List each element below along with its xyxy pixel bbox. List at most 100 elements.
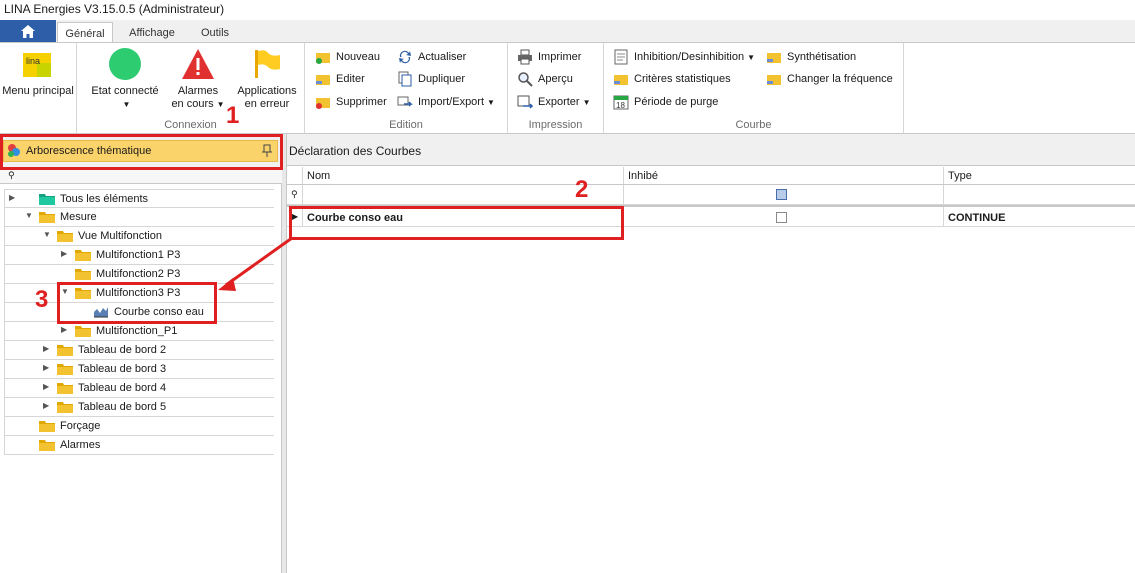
nouveau-button[interactable]: Nouveau — [315, 48, 380, 66]
group-label-impression: Impression — [528, 119, 583, 131]
tree-item-label: Tous les éléments — [60, 193, 149, 205]
etat-connecte-label: Etat connecté — [91, 85, 159, 97]
etat-connecte-button[interactable]: Etat connecté ▼ — [85, 47, 165, 111]
expand-icon[interactable]: ▶ — [61, 249, 67, 258]
menu-principal-label: Menu principal — [2, 85, 74, 97]
dupliquer-button[interactable]: Dupliquer — [397, 70, 465, 88]
folder-icon — [39, 440, 55, 451]
cell-type[interactable]: CONTINUE — [944, 207, 1135, 226]
tree-filter-row[interactable]: ⚲ — [0, 170, 282, 184]
alarm-warning-icon — [182, 49, 214, 79]
supprimer-label: Supprimer — [336, 96, 387, 108]
group-label-edition: Edition — [389, 119, 423, 131]
supprimer-button[interactable]: Supprimer — [315, 93, 387, 111]
column-header-inhibe[interactable]: Inhibé — [624, 167, 944, 184]
column-header-type[interactable]: Type — [944, 167, 1135, 184]
grid-header-row: Nom Inhibé Type — [287, 167, 1135, 185]
expand-icon[interactable]: ▶ — [43, 363, 49, 372]
applications-en-erreur-button[interactable]: Applications en erreur — [231, 47, 303, 111]
row-indicator-header — [287, 167, 303, 184]
chevron-down-icon: ▼ — [122, 100, 131, 109]
synthetisation-button[interactable]: Synthétisation — [766, 48, 856, 66]
inhibition-button[interactable]: Inhibition/Desinhibition ▼ — [613, 48, 755, 66]
group-courbe: Inhibition/Desinhibition ▼ Critères stati… — [604, 43, 904, 133]
tree-item[interactable]: ▶ Multifonction1 P3 — [4, 246, 274, 265]
collapse-icon[interactable]: ▼ — [43, 230, 51, 239]
periode-purge-button[interactable]: 18 Période de purge — [613, 93, 718, 111]
filter-inhibe-cell[interactable] — [624, 185, 944, 204]
expand-icon[interactable]: ▶ — [43, 401, 49, 410]
folder-icon — [57, 345, 73, 356]
actualiser-label: Actualiser — [418, 51, 467, 63]
tree-item[interactable]: ▶ Tableau de bord 4 — [4, 379, 274, 398]
expand-icon[interactable]: ▶ — [43, 344, 49, 353]
chevron-down-icon: ▼ — [487, 97, 495, 107]
tree-item[interactable]: ▼ Mesure — [4, 208, 274, 227]
expand-icon[interactable]: ▶ — [61, 325, 67, 334]
import-export-button[interactable]: Import/Export ▼ — [397, 93, 495, 111]
editer-button[interactable]: Editer — [315, 70, 365, 88]
ribbon: lina Menu principal Etat connecté ▼ Alar… — [0, 42, 1135, 134]
magnifier-icon — [518, 72, 533, 87]
tree-item-label: Alarmes — [60, 439, 101, 451]
lina-logo-icon: lina — [23, 53, 51, 77]
group-menu: lina Menu principal — [0, 43, 77, 133]
inhibe-checkbox[interactable] — [776, 212, 787, 223]
tab-general[interactable]: Général — [57, 22, 113, 43]
annotation-number-3: 3 — [35, 286, 49, 313]
tree-item[interactable]: ▶ Multifonction_P1 — [4, 322, 274, 341]
filter-pin-icon: ⚲ — [287, 185, 303, 204]
refresh-icon — [399, 50, 411, 64]
folder-icon — [57, 402, 73, 413]
cell-inhibe[interactable] — [624, 207, 944, 226]
tree-item[interactable]: ▼ Vue Multifonction — [4, 227, 274, 246]
filter-type-cell[interactable] — [944, 185, 1135, 204]
applications-label-2: en erreur — [244, 98, 290, 110]
menu-principal-button[interactable]: lina Menu principal — [0, 49, 76, 98]
tree-item-label: Multifonction_P1 — [96, 325, 178, 337]
new-folder-icon — [316, 53, 330, 64]
annotation-box-2 — [289, 206, 624, 240]
exporter-button[interactable]: Exporter ▼ — [517, 93, 591, 111]
delete-folder-icon — [316, 98, 330, 109]
home-button[interactable] — [0, 20, 56, 43]
flag-icon — [255, 50, 280, 78]
tab-outils[interactable]: Outils — [190, 22, 240, 43]
imprimer-button[interactable]: Imprimer — [517, 48, 581, 66]
chevron-down-icon: ▼ — [747, 52, 755, 62]
tree-item[interactable]: Forçage — [4, 417, 274, 436]
tree-item[interactable]: ▶ Tableau de bord 2 — [4, 341, 274, 360]
collapse-icon[interactable]: ▼ — [25, 211, 33, 220]
folder-icon — [39, 421, 55, 432]
folder-teal-icon — [39, 194, 55, 205]
alarmes-label-2: en cours — [171, 98, 214, 110]
folder-icon — [75, 269, 91, 280]
annotation-number-2: 2 — [575, 176, 589, 203]
dupliquer-label: Dupliquer — [418, 73, 466, 85]
apercu-label: Aperçu — [538, 73, 573, 85]
expand-icon[interactable]: ▶ — [43, 382, 49, 391]
criteres-statistiques-button[interactable]: Critères statistiques — [613, 70, 731, 88]
grid-filter-row[interactable]: ⚲ — [287, 185, 1135, 205]
changer-frequence-button[interactable]: Changer la fréquence — [766, 70, 893, 88]
inhibition-icon — [614, 49, 628, 65]
ribbon-tab-row: Général Affichage Outils — [0, 20, 1135, 43]
tab-affichage[interactable]: Affichage — [120, 22, 184, 43]
folder-icon — [57, 364, 73, 375]
tree-item-label: Tableau de bord 4 — [78, 382, 167, 394]
tree-item[interactable]: ▶ Tableau de bord 5 — [4, 398, 274, 417]
filter-inhibe-checkbox[interactable] — [776, 189, 787, 200]
tree-item[interactable]: ▶ Tous les éléments — [4, 189, 274, 208]
apercu-button[interactable]: Aperçu — [517, 70, 573, 88]
chevron-down-icon: ▼ — [216, 100, 225, 109]
tree-item-label: Multifonction2 P3 — [96, 268, 181, 280]
tree-item[interactable]: Alarmes — [4, 436, 274, 455]
tree-item[interactable]: ▶ Tableau de bord 3 — [4, 360, 274, 379]
alarmes-en-cours-button[interactable]: Alarmes en cours ▼ — [165, 47, 231, 111]
periode-label: Période de purge — [634, 96, 719, 108]
folder-icon — [75, 326, 91, 337]
group-connexion: Etat connecté ▼ Alarmes en cours ▼ Applic… — [77, 43, 305, 133]
actualiser-button[interactable]: Actualiser — [397, 48, 466, 66]
panel-splitter[interactable] — [282, 134, 287, 573]
folder-icon — [75, 250, 91, 261]
